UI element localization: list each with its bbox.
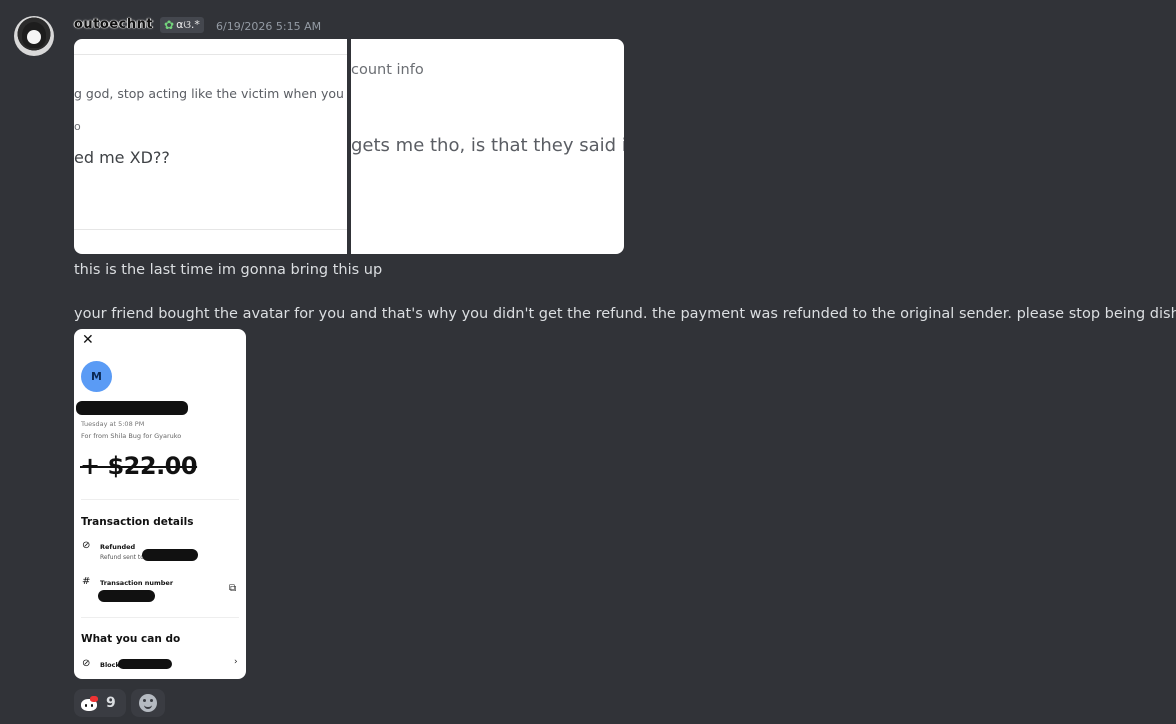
hash-icon: # xyxy=(82,576,91,587)
transaction-note: For from Shila Bug for Gyaruko xyxy=(81,432,182,440)
transaction-date: Tuesday at 5:08 PM xyxy=(81,420,145,428)
divider xyxy=(81,617,239,618)
attachment-text: gets me tho, is that they said in xyxy=(351,135,624,156)
payee-avatar: M xyxy=(81,361,112,392)
transaction-number-label: Transaction number xyxy=(100,579,174,587)
guild-tag-text: αଓ.* xyxy=(176,18,200,31)
section-title: Transaction details xyxy=(81,516,194,528)
section-title: What you can do xyxy=(81,633,181,645)
redaction-mark xyxy=(118,659,172,669)
image-attachment-1[interactable]: g god, stop acting like the victim when … xyxy=(74,39,347,254)
message-timestamp: 6/19/2026 5:15 AM xyxy=(216,20,322,33)
hello-kitty-emoji xyxy=(80,695,98,711)
reaction-hello-kitty[interactable]: 9 xyxy=(74,689,126,717)
author-username[interactable]: outoechnt xyxy=(74,17,153,32)
reaction-count: 9 xyxy=(106,695,116,711)
close-icon: ✕ xyxy=(82,332,94,348)
image-attachment-receipt[interactable]: ✕ M Tuesday at 5:08 PM For from Shila Bu… xyxy=(74,329,246,679)
chevron-right-icon: › xyxy=(234,657,238,667)
redaction-mark xyxy=(142,549,198,561)
redaction-mark xyxy=(76,401,188,415)
block-icon: ⊘ xyxy=(82,658,91,669)
message-text: this is the last time im gonna bring thi… xyxy=(74,262,383,278)
divider xyxy=(81,499,239,500)
clover-icon: ✿ xyxy=(164,18,175,32)
guild-tag[interactable]: ✿ αଓ.* xyxy=(160,17,204,33)
attachment-text: count info xyxy=(351,62,424,78)
message-text: your friend bought the avatar for you an… xyxy=(74,306,1176,322)
reactions-bar: 9 xyxy=(74,689,165,717)
refund-sent-label: Refund sent to xyxy=(100,554,144,561)
attachment-text: ed me XD?? xyxy=(74,148,170,167)
divider xyxy=(74,54,347,55)
refunded-label: Refunded xyxy=(100,543,136,551)
transaction-amount: + $22.00 xyxy=(80,452,198,480)
attachment-text: g god, stop acting like the victim when … xyxy=(74,86,347,101)
attachment-text: o xyxy=(74,120,81,133)
author-avatar[interactable] xyxy=(14,16,54,56)
image-attachment-2[interactable]: count info gets me tho, is that they sai… xyxy=(351,39,624,254)
copy-icon: ⧉ xyxy=(229,583,237,594)
add-reaction-button[interactable] xyxy=(131,689,165,717)
block-label: Block xyxy=(100,661,120,669)
redaction-mark xyxy=(98,590,155,602)
divider xyxy=(74,229,347,230)
refund-icon: ⊘ xyxy=(82,540,91,551)
add-reaction-icon xyxy=(139,694,157,712)
